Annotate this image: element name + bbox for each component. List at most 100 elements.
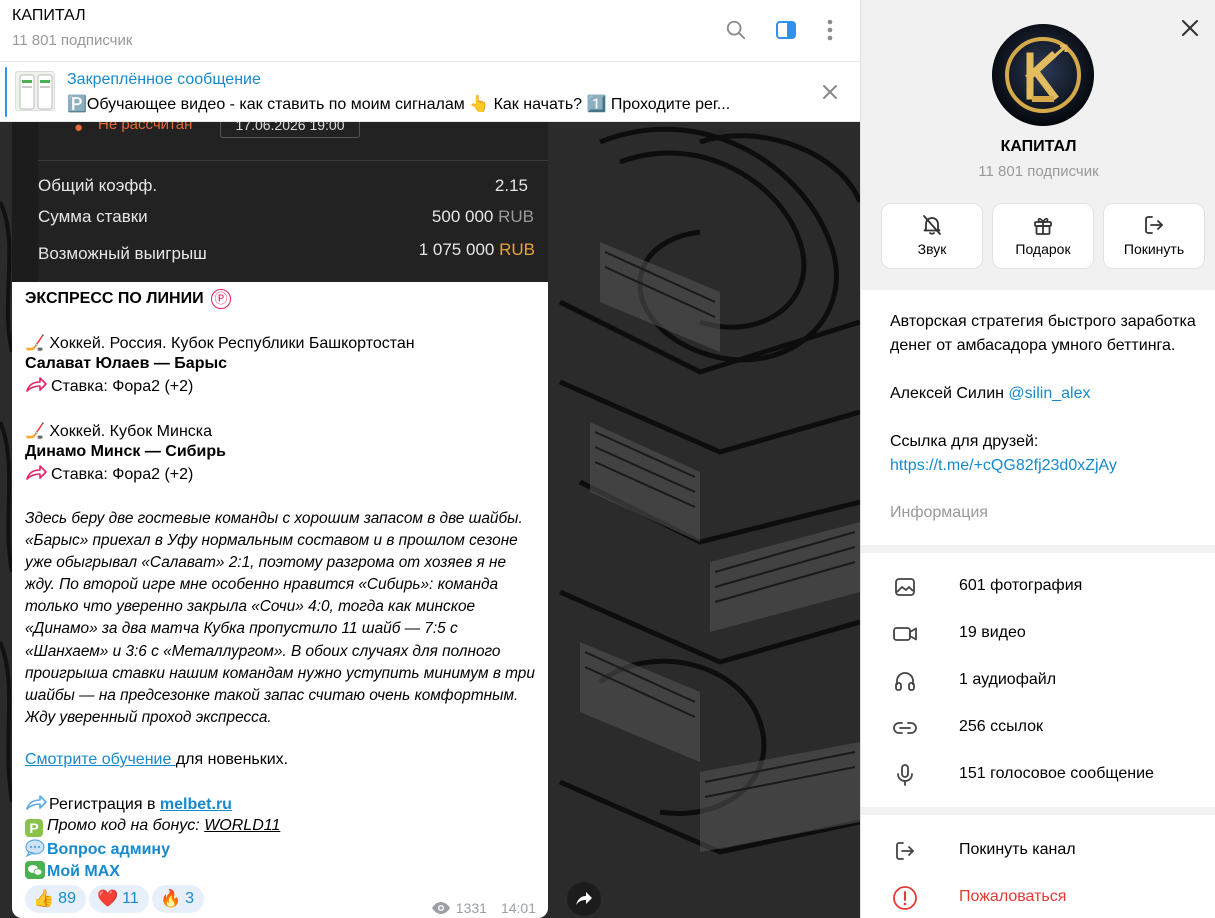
- channel-subscriber-count: 11 801 подписчик: [978, 163, 1099, 180]
- headphones-icon: [891, 667, 919, 695]
- bet-divider: [38, 160, 548, 161]
- bet-slip-image[interactable]: ● Не рассчитан 17.06.2026 19:00 Общий ко…: [12, 122, 548, 282]
- close-pinned-button[interactable]: [818, 80, 842, 104]
- arrow-forward-icon: [26, 465, 47, 480]
- win-value: 1 075 000 RUB: [348, 240, 535, 260]
- close-panel-button[interactable]: [1178, 16, 1202, 40]
- pinned-text: 🅿️Обучающее видео - как ставить по моим …: [67, 96, 731, 113]
- match1-league: 🏒 Хоккей. Россия. Кубок Республики Башко…: [25, 335, 415, 352]
- leave-channel-item[interactable]: Покинуть канал: [861, 827, 1215, 874]
- pinned-message-bar[interactable]: Закреплённое сообщение 🅿️Обучающее видео…: [0, 62, 860, 122]
- channel-description-block: Авторская стратегия быстрого заработка д…: [861, 290, 1215, 545]
- channel-avatar[interactable]: [992, 24, 1094, 126]
- forward-arrow-icon: [576, 892, 592, 905]
- mute-button[interactable]: Звук: [881, 203, 983, 269]
- gift-button[interactable]: Подарок: [992, 203, 1094, 269]
- chat-app-icon: [25, 861, 45, 879]
- search-button[interactable]: [720, 14, 752, 46]
- arrow-forward-icon: [26, 377, 47, 392]
- leave-channel-label: Покинуть канал: [959, 841, 1076, 858]
- pinned-thumbnail: [15, 71, 55, 111]
- wechat-icon: [28, 865, 43, 876]
- reaction-fire[interactable]: 🔥 3: [152, 885, 205, 913]
- chat-header: КАПИТАЛ 11 801 подписчик: [0, 0, 860, 62]
- view-count: 1331: [455, 900, 487, 916]
- p-badge-icon: P: [25, 819, 43, 837]
- headline-text: ЭКСПРЕСС ПО ЛИНИИ: [25, 290, 204, 307]
- reaction-count: 89: [58, 890, 76, 907]
- win-label: Возможный выигрыш: [38, 244, 207, 263]
- invite-link[interactable]: https://t.me/+cQG82fj23d0xZjAy: [890, 454, 1210, 478]
- reaction-count: 11: [122, 890, 139, 907]
- analysis-text: Здесь беру две гостевые команды с хороши…: [25, 510, 535, 726]
- eye-icon: [431, 902, 450, 914]
- stake-value: 500 000 RUB: [368, 207, 534, 227]
- stake-amount: 500 000: [431, 207, 494, 226]
- microphone-icon: [891, 761, 919, 789]
- message-meta: 1331 14:01: [431, 900, 536, 916]
- forward-button[interactable]: [567, 882, 601, 916]
- watch-tutorial-link[interactable]: Смотрите обучение: [25, 751, 176, 768]
- watch-tutorial-line: Смотрите обучение для новеньких.: [25, 751, 288, 769]
- media-audio[interactable]: 1 аудиофайл: [861, 657, 1215, 704]
- chat-title[interactable]: КАПИТАЛ: [12, 7, 86, 25]
- match1-teams: Салават Юлаев — Барыс: [25, 355, 228, 372]
- total-coef-value: 2.15: [494, 176, 528, 195]
- author-line: Алексей Силин @silin_alex: [890, 382, 1210, 406]
- logout-icon: [1145, 216, 1163, 234]
- promo-code[interactable]: WORLD11: [204, 817, 280, 834]
- win-amount: 1 075 000: [418, 240, 495, 259]
- match1-bet: Ставка: Фора2 (+2): [51, 378, 194, 395]
- match2-bet: Ставка: Фора2 (+2): [51, 466, 194, 483]
- bell-off-icon: [923, 215, 941, 235]
- author-name: Алексей Силин: [890, 385, 1009, 402]
- description-text: Авторская стратегия быстрого заработка д…: [890, 313, 1196, 354]
- channel-info-panel: КАПИТАЛ 11 801 подписчик Звук Подарок По…: [860, 0, 1215, 918]
- admin-link[interactable]: Вопрос админу: [47, 841, 170, 858]
- win-currency: RUB: [499, 240, 535, 259]
- pinned-indicator: [5, 67, 7, 117]
- author-handle-link[interactable]: @silin_alex: [1008, 385, 1090, 402]
- fire-icon: 🔥: [160, 889, 182, 908]
- melbet-link[interactable]: melbet.ru: [160, 796, 232, 813]
- reaction-heart[interactable]: ❤️ 11: [89, 885, 149, 913]
- max-link[interactable]: Мой MAX: [47, 863, 120, 880]
- gift-icon: [1034, 218, 1052, 235]
- promo-prefix: Промо код на бонус:: [47, 817, 205, 834]
- toggle-sidebar-button[interactable]: [770, 14, 802, 46]
- media-videos[interactable]: 19 видео: [861, 610, 1215, 657]
- links-count: 256 ссылок: [959, 718, 1044, 735]
- report-label: Пожаловаться: [959, 888, 1067, 905]
- channel-actions: Покинуть канал Пожаловаться: [861, 815, 1215, 918]
- more-menu-button[interactable]: [814, 14, 846, 46]
- voice-count: 151 голосовое сообщение: [959, 765, 1154, 782]
- share-arrow-icon: [26, 795, 47, 810]
- chat-subscriber-count: 11 801 подписчик: [12, 32, 133, 49]
- panel-header: КАПИТАЛ 11 801 подписчик Звук Подарок По…: [861, 0, 1215, 290]
- match2-league: 🏒 Хоккей. Кубок Минска: [25, 423, 213, 440]
- link-icon: [891, 714, 919, 742]
- status-dot: ●: [74, 122, 84, 136]
- warning-icon: [891, 884, 919, 912]
- max-line: Мой MAX: [25, 861, 120, 881]
- media-links[interactable]: 256 ссылок: [861, 704, 1215, 751]
- bet-status: Не рассчитан: [98, 122, 193, 133]
- heart-icon: ❤️: [97, 889, 119, 908]
- search-icon: [726, 20, 746, 40]
- reaction-thumbs-up[interactable]: 👍 89: [25, 885, 86, 913]
- report-item[interactable]: Пожаловаться: [861, 874, 1215, 918]
- admin-line: Вопрос админу: [25, 839, 170, 859]
- media-photos[interactable]: 601 фотография: [861, 563, 1215, 610]
- shared-media-list: 601 фотография 19 видео 1 аудиофайл 256 …: [861, 553, 1215, 807]
- leave-button[interactable]: Покинуть: [1103, 203, 1205, 269]
- match2-teams: Динамо Минск — Сибирь: [25, 443, 226, 460]
- message-headline: ЭКСПРЕСС ПО ЛИНИИ Ⓟ: [25, 289, 232, 309]
- registration-line: Регистрация в melbet.ru: [25, 795, 232, 814]
- pinned-title: Закреплённое сообщение: [67, 71, 261, 88]
- promo-line: P Промо код на бонус: WORLD11: [25, 817, 280, 837]
- registration-prefix: Регистрация в: [49, 796, 160, 813]
- media-voice[interactable]: 151 голосовое сообщение: [861, 751, 1215, 798]
- stake-currency: RUB: [498, 207, 534, 226]
